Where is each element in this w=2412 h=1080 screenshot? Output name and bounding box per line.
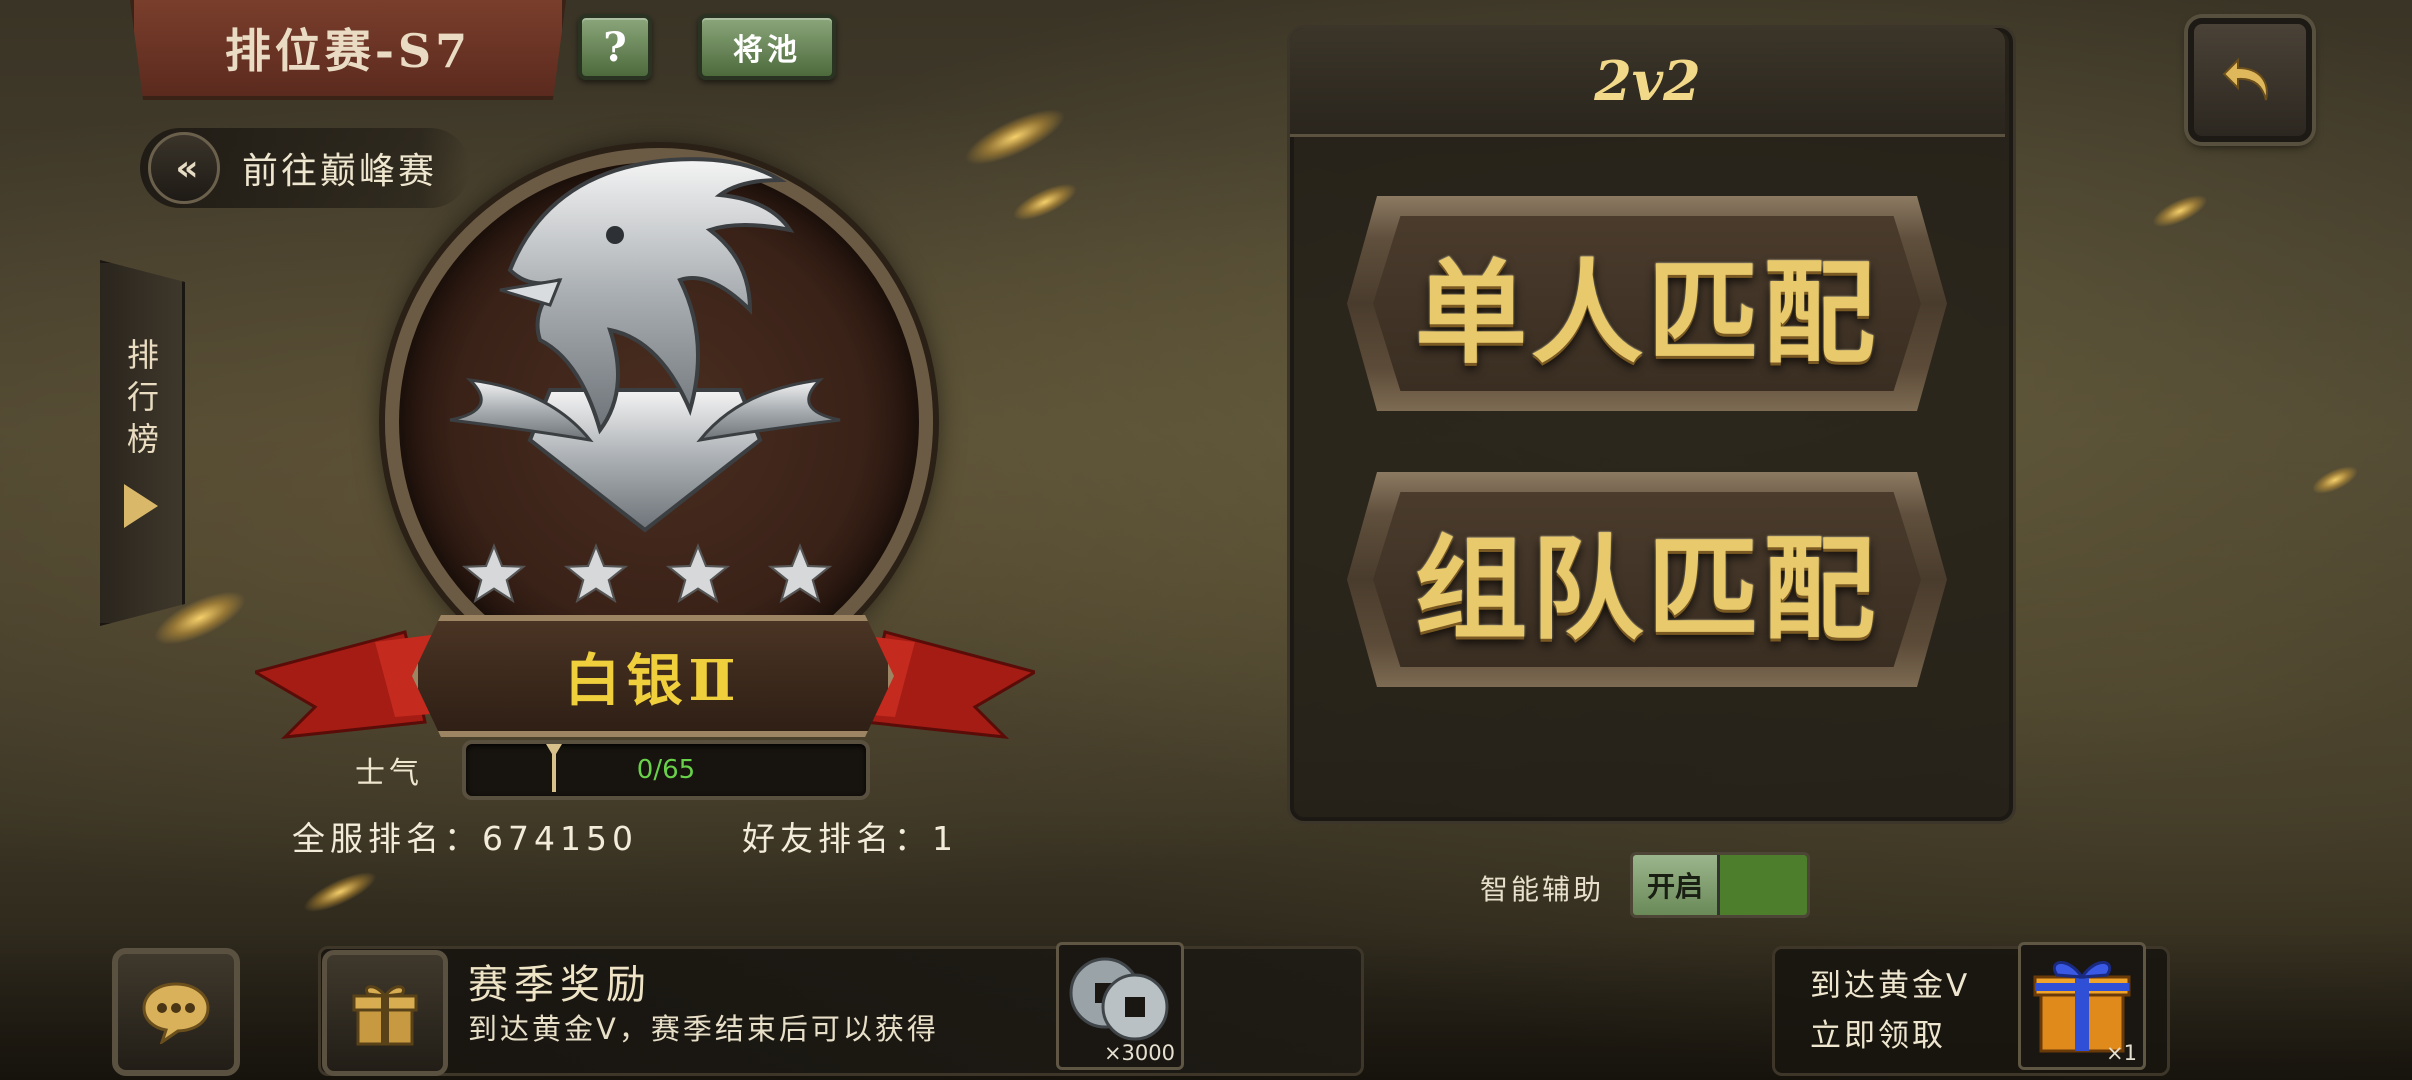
season-title: 排位赛-S7 (130, 0, 566, 100)
rank-name-plate: 白银Ⅱ (412, 615, 894, 737)
double-chevron-left-icon: « (148, 132, 220, 204)
back-button[interactable] (2188, 18, 2312, 142)
gold-reward-giftbox[interactable]: ×1 (2018, 942, 2146, 1070)
chat-bubble-icon (142, 982, 210, 1044)
goto-peak-label: 前往巅峰赛 (242, 151, 438, 192)
light-fleck (957, 98, 1073, 176)
star-icon (666, 543, 730, 604)
smart-assist-toggle-label: 开启 (1633, 855, 1720, 915)
season-reward-desc: 到达黄金Ⅴ，赛季结束后可以获得 (468, 1012, 939, 1046)
coin-quantity: ×3000 (1103, 1041, 1175, 1065)
play-arrow-icon (124, 484, 158, 528)
star-icon (462, 543, 526, 604)
season-reward-button[interactable] (322, 950, 448, 1076)
solo-match-button[interactable]: 单人匹配 (1347, 196, 1947, 411)
reward-coin-item[interactable]: ×3000 (1056, 942, 1184, 1070)
toggle-switch-indicator (1720, 855, 1807, 915)
chat-button[interactable] (112, 948, 240, 1076)
back-arrow-icon (2222, 57, 2268, 101)
match-panel (1290, 28, 2013, 821)
gold-reward-line1: 到达黄金Ⅴ (1810, 968, 1971, 1004)
light-fleck (2148, 188, 2212, 234)
giftbox-quantity: ×1 (2106, 1041, 2137, 1065)
help-button[interactable]: ? (578, 14, 652, 80)
morale-label: 士气 (355, 756, 423, 791)
morale-value: 0/65 (636, 755, 696, 785)
rank-stars (462, 542, 832, 606)
server-rank: 全服排名：674150 (292, 812, 638, 860)
smart-assist-label: 智能辅助 (1480, 873, 1605, 906)
leaderboard-label: 排行榜 (122, 338, 160, 464)
morale-progress-bar: 0/65 (462, 740, 870, 800)
friend-rank-label: 好友排名： (742, 819, 932, 858)
friend-rank: 好友排名：1 (742, 812, 958, 860)
match-mode-title: 2v2 (1290, 28, 2005, 137)
season-reward-title: 赛季奖励 (468, 962, 652, 1008)
friend-rank-value: 1 (932, 819, 958, 858)
light-fleck (298, 864, 382, 920)
leaderboard-tab[interactable]: 排行榜 (100, 260, 185, 626)
light-fleck (1008, 176, 1082, 228)
smart-assist-toggle[interactable]: 开启 (1630, 852, 1810, 918)
star-icon (768, 543, 832, 604)
gift-icon (352, 985, 418, 1046)
light-fleck (2308, 460, 2362, 500)
general-pool-button[interactable]: 将池 (698, 14, 836, 80)
team-match-label: 组队匹配 (1415, 523, 1879, 655)
silver-eagle-emblem-icon (449, 157, 841, 533)
server-rank-value: 674150 (482, 819, 638, 858)
server-rank-label: 全服排名： (292, 819, 482, 858)
solo-match-label: 单人匹配 (1415, 247, 1879, 379)
team-match-button[interactable]: 组队匹配 (1347, 472, 1947, 687)
gold-reward-claim: 立即领取 (1810, 1018, 1946, 1054)
copper-coin-icon (1069, 957, 1169, 1041)
star-icon (564, 543, 628, 604)
